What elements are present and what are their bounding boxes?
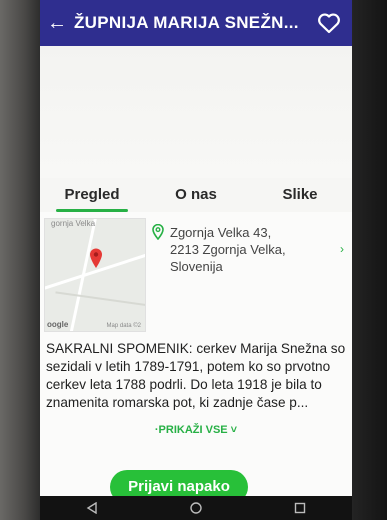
recents-square-icon[interactable]: [280, 498, 320, 518]
back-arrow-icon[interactable]: ←: [40, 12, 74, 35]
map-pin-icon: [89, 247, 103, 274]
back-triangle-icon[interactable]: [72, 498, 112, 518]
device-bezel-right: [349, 0, 387, 520]
tab-bar: Pregled O nas Slike: [40, 178, 352, 212]
map-road: [66, 219, 99, 331]
chevron-right-icon: ›: [340, 242, 344, 256]
map-thumbnail[interactable]: gornja Velka oogle Map data ©2: [44, 218, 146, 332]
app-screen: ← ŽUPNIJA MARIJA SNEŽN... Pregled O nas …: [40, 0, 352, 520]
location-pin-icon: [152, 223, 164, 275]
map-road: [55, 291, 145, 309]
map-data-credit: Map data ©2: [106, 323, 141, 329]
app-bar: ← ŽUPNIJA MARIJA SNEŽN...: [40, 0, 352, 46]
page-title: ŽUPNIJA MARIJA SNEŽN...: [74, 13, 299, 32]
address-line: Slovenija: [170, 259, 223, 274]
device-bezel-left: [0, 0, 44, 520]
address-line: Zgornja Velka 43,: [170, 225, 272, 240]
address-row[interactable]: Zgornja Velka 43, 2213 Zgornja Velka, Sl…: [152, 223, 348, 275]
overview-content: gornja Velka oogle Map data ©2 Zgornja V…: [40, 212, 352, 520]
show-all-link[interactable]: ·PRIKAŽI VSE ˅: [40, 424, 352, 436]
address-text: Zgornja Velka 43, 2213 Zgornja Velka, Sl…: [164, 224, 340, 275]
system-nav-bar: [40, 496, 352, 520]
google-logo: oogle: [47, 320, 69, 329]
description-text: SAKRALNI SPOMENIK: cerkev Marija Snežna …: [46, 341, 346, 410]
header-image-area: [40, 46, 352, 178]
tab-o-nas[interactable]: O nas: [144, 178, 248, 212]
map-place-label: gornja Velka: [51, 219, 96, 228]
tab-pregled[interactable]: Pregled: [40, 178, 144, 212]
address-line: 2213 Zgornja Velka,: [170, 242, 286, 257]
heart-icon[interactable]: [306, 0, 352, 46]
tab-slike[interactable]: Slike: [248, 178, 352, 212]
home-circle-icon[interactable]: [176, 498, 216, 518]
